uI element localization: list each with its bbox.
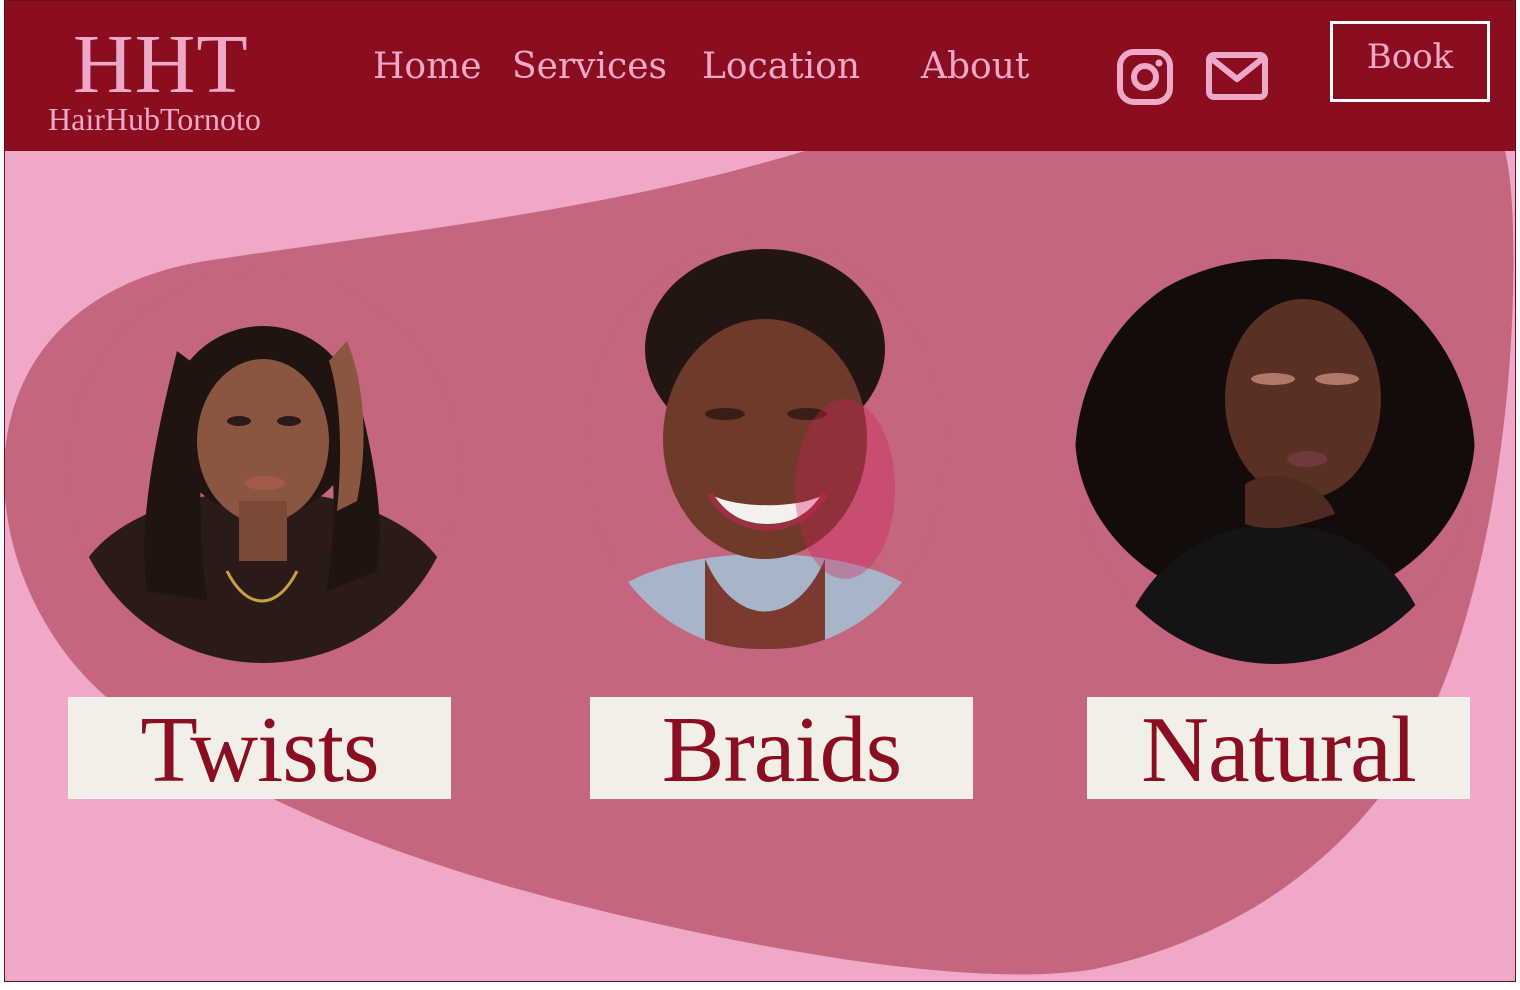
natural-portrait[interactable]: [1075, 254, 1475, 664]
braids-portrait[interactable]: [585, 239, 945, 649]
service-label-text: Twists: [140, 698, 379, 802]
service-label-braids[interactable]: Braids: [590, 697, 973, 799]
nav-about[interactable]: About: [921, 47, 1029, 87]
nav-location[interactable]: Location: [702, 47, 860, 87]
mail-icon[interactable]: [1206, 52, 1268, 104]
logo-mark[interactable]: HHT: [73, 23, 249, 107]
service-label-text: Natural: [1141, 698, 1417, 802]
nav-services[interactable]: Services: [512, 47, 667, 87]
service-label-twists[interactable]: Twists: [68, 697, 451, 799]
book-button[interactable]: Book: [1330, 21, 1490, 102]
nav-home[interactable]: Home: [373, 47, 482, 87]
service-label-natural[interactable]: Natural: [1087, 697, 1470, 799]
instagram-icon[interactable]: [1116, 48, 1174, 110]
service-label-text: Braids: [661, 698, 902, 802]
twists-portrait[interactable]: [67, 271, 459, 663]
site-header: HHT HairHubTornoto Home Services Locatio…: [5, 1, 1515, 151]
logo-wordmark[interactable]: HairHubTornoto: [48, 103, 261, 135]
page-frame: HHT HairHubTornoto Home Services Locatio…: [4, 0, 1516, 982]
